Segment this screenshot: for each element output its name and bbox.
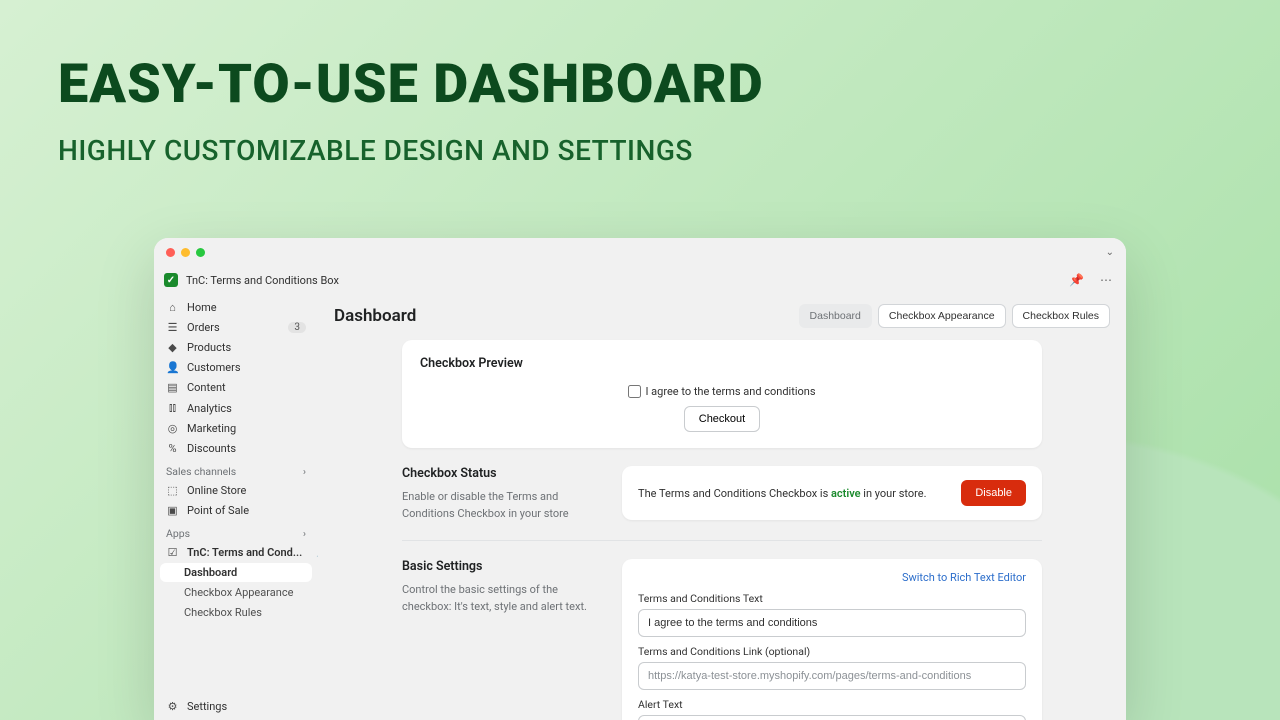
app-name: TnC: Terms and Conditions Box (186, 274, 339, 287)
nav-online-store[interactable]: ⬚Online Store (160, 481, 312, 500)
preview-checkout-button[interactable]: Checkout (684, 406, 760, 432)
tnc-text-label: Terms and Conditions Text (638, 592, 1026, 605)
pos-icon: ▣ (166, 504, 179, 517)
preview-agree-text: I agree to the terms and conditions (645, 385, 815, 398)
nav-settings[interactable]: ⚙Settings (160, 697, 312, 716)
app-logo-icon: ✓ (164, 273, 178, 287)
subnav-rules[interactable]: Checkbox Rules (160, 603, 312, 622)
hero-subtitle: HIGHLY CUSTOMIZABLE DESIGN AND SETTINGS (58, 134, 693, 167)
customers-icon: 👤 (166, 361, 179, 374)
window-zoom-icon[interactable] (196, 248, 205, 257)
products-icon: ◆ (166, 341, 179, 354)
alert-text-input[interactable] (638, 715, 1026, 720)
tab-rules[interactable]: Checkbox Rules (1012, 304, 1110, 328)
status-text: The Terms and Conditions Checkbox is act… (638, 487, 949, 500)
basic-desc: Control the basic settings of the checkb… (402, 582, 602, 615)
basic-title: Basic Settings (402, 559, 602, 574)
basic-settings-card: Switch to Rich Text Editor Terms and Con… (622, 559, 1042, 720)
nav-content[interactable]: ▤Content (160, 378, 312, 397)
disable-button[interactable]: Disable (961, 480, 1026, 506)
tab-dashboard[interactable]: Dashboard (799, 304, 872, 328)
alert-text-label: Alert Text (638, 698, 1026, 711)
divider (402, 540, 1042, 541)
store-icon: ⬚ (166, 484, 179, 497)
tnc-text-input[interactable] (638, 609, 1026, 637)
nav-discounts[interactable]: %Discounts (160, 439, 312, 458)
chevron-right-icon: › (303, 465, 306, 478)
nav-home[interactable]: ⌂Home (160, 298, 312, 317)
more-icon[interactable]: ⋯ (1096, 271, 1116, 289)
chevron-right-icon: › (303, 527, 306, 540)
tab-appearance[interactable]: Checkbox Appearance (878, 304, 1006, 328)
checkbox-app-icon: ☑ (166, 546, 179, 559)
tnc-link-input[interactable] (638, 662, 1026, 690)
nav-orders[interactable]: ☰Orders3 (160, 318, 312, 337)
window-titlebar: ⌄ (154, 238, 1126, 266)
discounts-icon: % (166, 442, 179, 455)
preview-title: Checkbox Preview (420, 356, 1024, 371)
nav-customers[interactable]: 👤Customers (160, 358, 312, 377)
sidebar: ⌂Home ☰Orders3 ◆Products 👤Customers ▤Con… (154, 294, 318, 720)
preview-card: Checkbox Preview I agree to the terms an… (402, 340, 1042, 448)
nav-analytics[interactable]: ⫾⫾Analytics (160, 398, 312, 418)
page-tabs: Dashboard Checkbox Appearance Checkbox R… (799, 304, 1110, 328)
home-icon: ⌂ (166, 301, 179, 314)
nav-app-tnc[interactable]: ☑TnC: Terms and Cond... (160, 543, 308, 562)
section-sales-channels[interactable]: Sales channels› (160, 459, 312, 480)
orders-icon: ☰ (166, 321, 179, 334)
nav-marketing[interactable]: ◎Marketing (160, 419, 312, 438)
subnav-dashboard[interactable]: Dashboard (160, 563, 312, 582)
nav-pos[interactable]: ▣Point of Sale (160, 501, 312, 520)
chevron-down-icon[interactable]: ⌄ (1106, 247, 1114, 258)
subnav-appearance[interactable]: Checkbox Appearance (160, 583, 312, 602)
status-title: Checkbox Status (402, 466, 602, 481)
gear-icon: ⚙ (166, 700, 179, 713)
main-content: Dashboard Dashboard Checkbox Appearance … (318, 294, 1126, 720)
marketing-icon: ◎ (166, 422, 179, 435)
app-header: ✓ TnC: Terms and Conditions Box 📌 ⋯ (154, 266, 1126, 294)
window-minimize-icon[interactable] (181, 248, 190, 257)
preview-checkbox[interactable] (628, 385, 641, 398)
switch-editor-link[interactable]: Switch to Rich Text Editor (638, 571, 1026, 584)
status-desc: Enable or disable the Terms and Conditio… (402, 489, 602, 522)
page-title: Dashboard (334, 306, 416, 326)
status-card: The Terms and Conditions Checkbox is act… (622, 466, 1042, 520)
app-window: ⌄ ✓ TnC: Terms and Conditions Box 📌 ⋯ ⌂H… (154, 238, 1126, 720)
window-close-icon[interactable] (166, 248, 175, 257)
content-icon: ▤ (166, 381, 179, 394)
nav-products[interactable]: ◆Products (160, 338, 312, 357)
pin-icon[interactable]: 📌 (1065, 271, 1088, 289)
hero-title: EASY-TO-USE DASHBOARD (58, 58, 764, 112)
section-apps[interactable]: Apps› (160, 521, 312, 542)
tnc-link-label: Terms and Conditions Link (optional) (638, 645, 1026, 658)
orders-badge: 3 (288, 322, 306, 333)
analytics-icon: ⫾⫾ (166, 401, 179, 415)
